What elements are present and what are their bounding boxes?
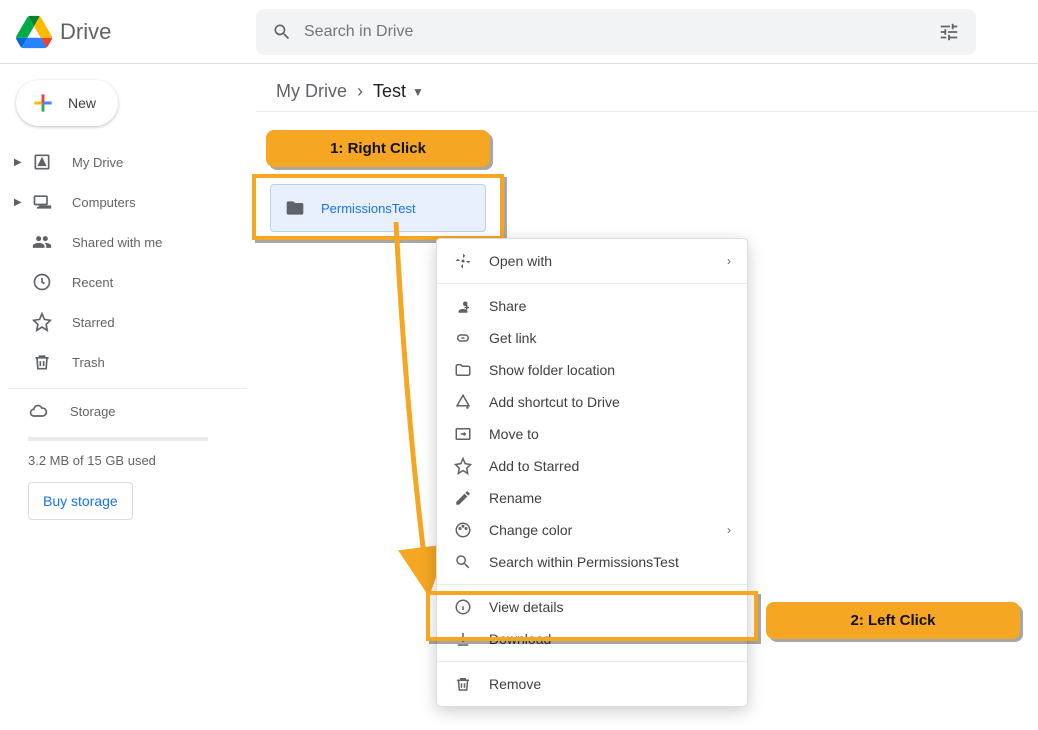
divider (437, 283, 747, 284)
breadcrumb-current-label: Test (373, 81, 406, 102)
cm-remove[interactable]: Remove (437, 668, 747, 700)
share-icon (453, 297, 473, 315)
breadcrumb-current[interactable]: Test ▼ (373, 81, 424, 102)
nav-label: Starred (72, 315, 115, 330)
people-icon (30, 232, 54, 252)
cm-label: Open with (489, 253, 727, 269)
new-button[interactable]: New (16, 80, 118, 126)
breadcrumb: My Drive › Test ▼ (256, 64, 1038, 112)
trash-icon (30, 352, 54, 372)
nav-label: My Drive (72, 155, 123, 170)
storage-label: Storage (70, 404, 116, 419)
cloud-icon (28, 401, 52, 421)
storage-progress-bar (28, 437, 208, 441)
plus-icon (30, 90, 56, 116)
move-icon (453, 425, 473, 443)
caret-down-icon: ▼ (412, 85, 424, 99)
nav-label: Recent (72, 275, 113, 290)
breadcrumb-root[interactable]: My Drive (276, 81, 347, 102)
search-input[interactable] (304, 23, 938, 41)
computers-icon (30, 192, 54, 212)
main-area: My Drive › Test ▼ 1: Right Click Permiss… (256, 64, 1038, 730)
new-button-label: New (68, 95, 96, 111)
nav-storage[interactable]: Storage (28, 401, 227, 421)
drive-icon (30, 152, 54, 172)
cm-label: Share (489, 298, 526, 314)
highlight-box-2 (426, 591, 758, 641)
nav-starred[interactable]: Starred (8, 302, 247, 342)
nav-recent[interactable]: Recent (8, 262, 247, 302)
search-bar[interactable] (256, 9, 976, 55)
annotation-step1: 1: Right Click (266, 130, 490, 167)
logo-area[interactable]: Drive (16, 14, 256, 50)
folder-chip[interactable]: PermissionsTest (270, 184, 486, 232)
nav-label: Trash (72, 355, 105, 370)
clock-icon (30, 272, 54, 292)
chevron-right-icon: ▶ (14, 157, 26, 168)
tune-icon[interactable] (938, 21, 960, 43)
sidebar: New ▶ My Drive ▶ Computers Shared with m… (0, 64, 256, 730)
divider (437, 661, 747, 662)
palette-icon (453, 521, 473, 539)
folder-chip-label: PermissionsTest (321, 201, 416, 216)
search-icon (453, 553, 473, 571)
folder-icon (285, 198, 305, 218)
cm-get-link[interactable]: Get link (437, 322, 747, 354)
header: Drive (0, 0, 1038, 64)
cm-label: Search within PermissionsTest (489, 554, 679, 570)
buy-storage-button[interactable]: Buy storage (28, 482, 133, 520)
storage-section: Storage 3.2 MB of 15 GB used Buy storage (8, 388, 247, 532)
cm-label: Add shortcut to Drive (489, 394, 620, 410)
nav-label: Computers (72, 195, 136, 210)
cm-label: Change color (489, 522, 727, 538)
drive-logo-icon (16, 14, 52, 50)
cm-show-location[interactable]: Show folder location (437, 354, 747, 386)
search-icon (272, 22, 292, 42)
content-area: 1: Right Click PermissionsTest Open with… (256, 112, 1038, 152)
folder-icon (453, 361, 473, 379)
shortcut-icon (453, 393, 473, 411)
trash-icon (453, 675, 473, 693)
nav-shared[interactable]: Shared with me (8, 222, 247, 262)
star-icon (453, 457, 473, 475)
storage-usage-text: 3.2 MB of 15 GB used (28, 453, 227, 468)
nav-computers[interactable]: ▶ Computers (8, 182, 247, 222)
cm-label: Get link (489, 330, 536, 346)
cm-rename[interactable]: Rename (437, 482, 747, 514)
chevron-right-icon: › (727, 523, 731, 537)
chevron-right-icon: › (357, 81, 363, 102)
nav-trash[interactable]: Trash (8, 342, 247, 382)
cm-open-with[interactable]: Open with › (437, 245, 747, 277)
cm-label: Add to Starred (489, 458, 579, 474)
cm-label: Show folder location (489, 362, 615, 378)
cm-move-to[interactable]: Move to (437, 418, 747, 450)
app-name: Drive (60, 19, 111, 45)
chevron-right-icon: › (727, 254, 731, 268)
open-with-icon (453, 252, 473, 270)
cm-change-color[interactable]: Change color › (437, 514, 747, 546)
pencil-icon (453, 489, 473, 507)
annotation-step2: 2: Left Click (766, 602, 1020, 639)
cm-add-shortcut[interactable]: Add shortcut to Drive (437, 386, 747, 418)
nav-my-drive[interactable]: ▶ My Drive (8, 142, 247, 182)
cm-label: Remove (489, 676, 541, 692)
chevron-right-icon: ▶ (14, 197, 26, 208)
cm-share[interactable]: Share (437, 290, 747, 322)
cm-search-within[interactable]: Search within PermissionsTest (437, 546, 747, 578)
divider (437, 584, 747, 585)
cm-label: Move to (489, 426, 539, 442)
star-icon (30, 312, 54, 332)
link-icon (453, 329, 473, 347)
nav-list: ▶ My Drive ▶ Computers Shared with me Re… (8, 142, 247, 382)
cm-add-starred[interactable]: Add to Starred (437, 450, 747, 482)
nav-label: Shared with me (72, 235, 162, 250)
cm-label: Rename (489, 490, 542, 506)
